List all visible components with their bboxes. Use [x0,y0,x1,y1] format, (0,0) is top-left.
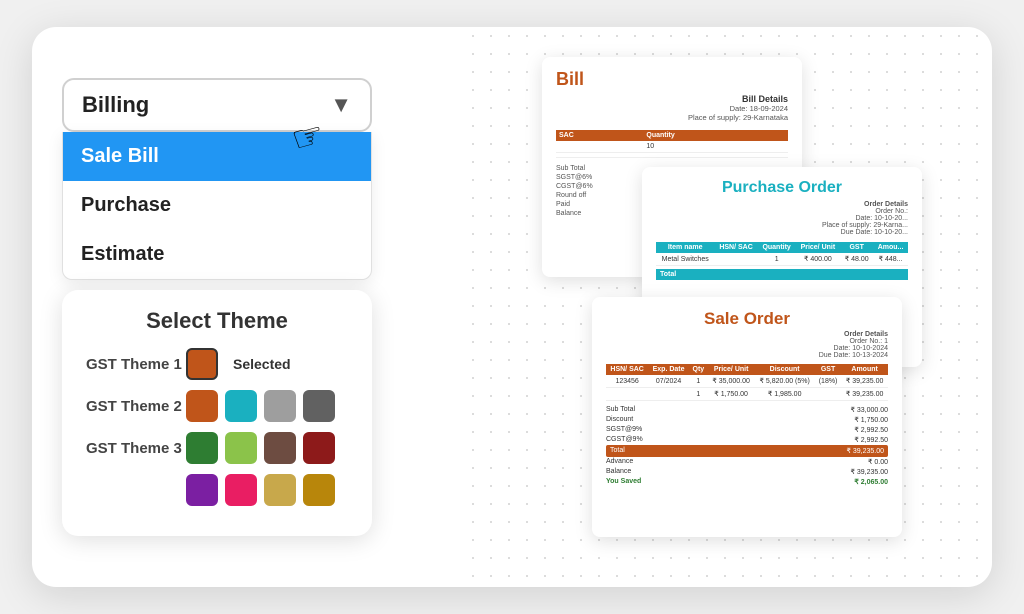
color-swatch-darkgold[interactable] [303,474,335,506]
sale-order-document: Sale Order Order Details Order No.: 1 Da… [592,297,902,537]
sale-total-saved: You Saved₹ 2,065.00 [606,477,888,487]
right-panel: Bill Bill Details Date: 18-09-2024 Place… [512,57,972,567]
theme-group-3: GST Theme 3 [86,432,348,464]
sale-total-cgst: CGST@9%₹ 2,992.50 [606,435,888,445]
color-swatch-orange[interactable] [186,348,218,380]
sale-total-total: Total₹ 39,235.00 [606,445,888,457]
color-swatch-lime[interactable] [225,432,257,464]
theme-1-colors: Selected [186,348,291,380]
theme-extra-colors [186,474,335,506]
po-duedate: Due Date: 10-10-20... [656,229,908,236]
purchase-title: Purchase Order [656,179,908,197]
theme-1-label: GST Theme 1 [86,356,186,373]
bill-date: Date: 18-09-2024 [556,104,788,113]
sale-total-subtotal: Sub Total₹ 33,000.00 [606,405,888,415]
sale-title: Sale Order [606,309,888,329]
main-container: Billing ▼ ☞ Sale Bill Purchase Estimate … [32,27,992,587]
bill-place: Place of supply: 29-Karnataka [556,113,788,122]
table-row: 10 [556,141,788,153]
bill-table: SAC Quantity 10 [556,130,788,158]
sale-total-discount: Discount₹ 1,750.00 [606,415,888,425]
sale-total-balance: Balance₹ 39,235.00 [606,467,888,477]
color-swatch-darkgray[interactable] [303,390,335,422]
billing-dropdown[interactable]: Billing ▼ [62,78,372,132]
table-row: 123456 07/2024 1 ₹ 35,000.00 ₹ 5,820.00 … [606,375,888,388]
color-swatch-green[interactable] [186,432,218,464]
color-swatch-gray[interactable] [264,390,296,422]
table-row: Metal Switches 1 ₹ 400.00 ₹ 48.00 ₹ 448.… [656,253,908,266]
theme-3-label: GST Theme 3 [86,440,186,457]
dropdown-item-purchase[interactable]: Purchase [63,181,371,230]
po-order-details: Order Details [656,201,908,208]
theme-panel: Select Theme GST Theme 1 Selected GST Th… [62,290,372,536]
theme-group-extra [86,474,348,506]
sale-table: HSN/ SAC Exp. Date Qty Price/ Unit Disco… [606,364,888,401]
bill-col-sac: SAC [556,130,643,141]
color-swatch-teal[interactable] [225,390,257,422]
theme-2-colors [186,390,335,422]
sale-order-no: Order No.: 1 [606,338,888,345]
sale-date: Date: 10-10-2024 [606,345,888,352]
bill-details-title: Bill Details [556,94,788,104]
table-row [556,153,788,158]
dropdown-list: Sale Bill Purchase Estimate [62,132,372,280]
table-row: 1 ₹ 1,750.00 ₹ 1,985.00 ₹ 39,235.00 [606,388,888,401]
po-order-no: Order No.: [656,208,908,215]
sale-totals: Sub Total₹ 33,000.00 Discount₹ 1,750.00 … [606,405,888,487]
theme-panel-title: Select Theme [86,308,348,334]
theme-2-label: GST Theme 2 [86,398,186,415]
po-total-row: Total [656,269,908,280]
sale-order-details: Order Details [606,331,888,338]
color-swatch-gold[interactable] [264,474,296,506]
selected-label: Selected [233,356,291,372]
bill-title: Bill [556,69,788,90]
sale-duedate: Due Date: 10-13-2024 [606,352,888,359]
left-panel: Billing ▼ ☞ Sale Bill Purchase Estimate … [62,78,482,536]
color-swatch-purple[interactable] [186,474,218,506]
dropdown-label: Billing [82,92,149,118]
po-place: Place of supply: 29-Karna... [656,222,908,229]
bill-col-qty: Quantity [643,130,788,141]
color-swatch-brown[interactable] [186,390,218,422]
po-table: Item name HSN/ SAC Quantity Price/ Unit … [656,242,908,266]
dropdown-item-estimate[interactable]: Estimate [63,230,371,279]
color-swatch-brown2[interactable] [264,432,296,464]
sale-total-advance: Advance₹ 0.00 [606,457,888,467]
theme-group-1: GST Theme 1 Selected [86,348,348,380]
color-swatch-darkred[interactable] [303,432,335,464]
color-swatch-pink[interactable] [225,474,257,506]
theme-3-colors [186,432,335,464]
theme-group-2: GST Theme 2 [86,390,348,422]
sale-total-sgst: SGST@9%₹ 2,992.50 [606,425,888,435]
po-date: Date: 10-10-20... [656,215,908,222]
chevron-down-icon: ▼ [330,92,352,118]
